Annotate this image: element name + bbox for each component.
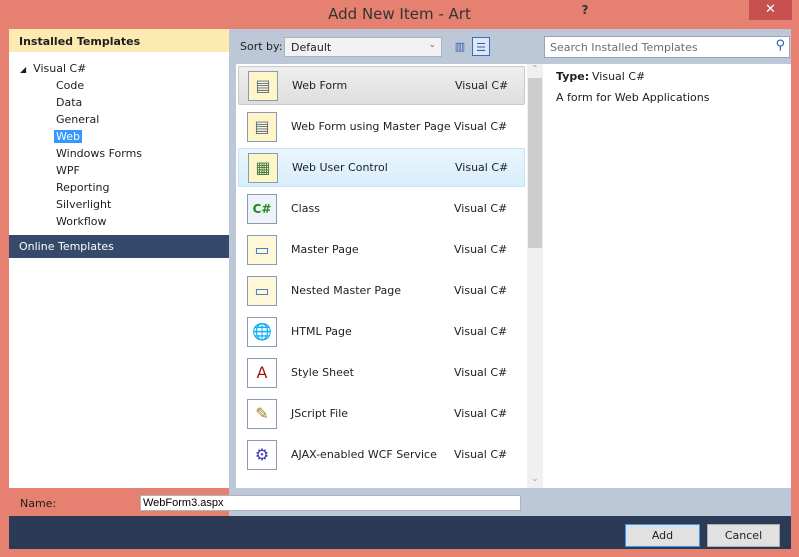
help-button[interactable]: ? bbox=[575, 3, 595, 19]
tree-item-label: WPF bbox=[56, 164, 80, 177]
tree-item-data[interactable]: Data bbox=[56, 94, 142, 111]
template-name: Class bbox=[291, 202, 320, 215]
tree-item-label: Reporting bbox=[56, 181, 110, 194]
tree-item-label: Data bbox=[56, 96, 83, 109]
tree-item-silverlight[interactable]: Silverlight bbox=[56, 196, 142, 213]
csharp-class-icon: C# bbox=[247, 193, 277, 224]
template-language: Visual C# bbox=[454, 448, 508, 461]
master-page-icon: ▭ bbox=[247, 275, 277, 306]
template-language: Visual C# bbox=[455, 161, 509, 174]
template-name: Web User Control bbox=[292, 161, 388, 174]
template-language: Visual C# bbox=[454, 243, 508, 256]
master-page-icon: ▭ bbox=[247, 234, 277, 265]
template-language: Visual C# bbox=[455, 79, 509, 92]
name-label: Name: bbox=[20, 497, 57, 510]
template-language: Visual C# bbox=[454, 202, 508, 215]
dialog-title: Add New Item - Art bbox=[328, 5, 471, 23]
wcf-service-icon: ⚙ bbox=[247, 439, 277, 470]
tree-item-wpf[interactable]: WPF bbox=[56, 162, 142, 179]
chevron-down-icon: ⌄ bbox=[428, 40, 436, 50]
html-page-icon: 🌐 bbox=[247, 316, 277, 347]
search-icon[interactable]: ⚲ bbox=[775, 38, 785, 53]
sort-value: Default bbox=[291, 41, 332, 54]
web-form-icon: ▤ bbox=[248, 70, 278, 101]
tree-children: Code Data General Web Windows Forms WPF Report… bbox=[54, 77, 142, 230]
template-name: Web Form bbox=[292, 79, 348, 92]
tree-item-label: Web bbox=[54, 130, 82, 143]
template-item[interactable]: ▦ Web User Control Visual C# bbox=[238, 148, 525, 187]
web-form-icon: ▤ bbox=[247, 111, 277, 142]
template-item[interactable]: ▤ Web Form using Master Page Visual C# bbox=[238, 107, 525, 146]
installed-templates-header[interactable]: Installed Templates bbox=[9, 29, 229, 52]
tree-root-label: Visual C# bbox=[33, 62, 87, 75]
cancel-button[interactable]: Cancel bbox=[707, 524, 780, 547]
template-item[interactable]: ✎ JScript File Visual C# bbox=[238, 394, 525, 433]
template-item[interactable]: ▤ Web Form Visual C# bbox=[238, 66, 525, 105]
add-button[interactable]: Add bbox=[625, 524, 700, 547]
template-language: Visual C# bbox=[454, 407, 508, 420]
template-language: Visual C# bbox=[454, 366, 508, 379]
template-name: JScript File bbox=[291, 407, 349, 420]
template-item[interactable]: C# Class Visual C# bbox=[238, 189, 525, 228]
close-button[interactable]: ✕ bbox=[749, 0, 792, 20]
online-templates[interactable]: Online Templates bbox=[9, 235, 229, 258]
tree-item-general[interactable]: General bbox=[56, 111, 142, 128]
template-name: Web Form using Master Page bbox=[291, 120, 451, 133]
type-label: Type: bbox=[556, 70, 590, 83]
tree-item-web[interactable]: Web bbox=[54, 128, 142, 145]
template-item[interactable]: ⚙ AJAX-enabled WCF Service Visual C# bbox=[238, 435, 525, 474]
template-item[interactable]: A Style Sheet Visual C# bbox=[238, 353, 525, 392]
sort-dropdown[interactable]: Default ⌄ bbox=[284, 37, 442, 57]
description: A form for Web Applications bbox=[556, 91, 710, 104]
script-icon: ✎ bbox=[247, 398, 277, 429]
tree-root[interactable]: ◢ Visual C# bbox=[20, 60, 86, 78]
tree-item-label: Workflow bbox=[56, 215, 107, 228]
tree-item-workflow[interactable]: Workflow bbox=[56, 213, 142, 230]
tree-item-label: General bbox=[56, 113, 100, 126]
template-item[interactable]: ▭ Master Page Visual C# bbox=[238, 230, 525, 269]
tree-item-code[interactable]: Code bbox=[56, 77, 142, 94]
template-name: HTML Page bbox=[291, 325, 352, 338]
type-value: Visual C# bbox=[592, 70, 646, 83]
name-input[interactable] bbox=[140, 495, 521, 511]
scroll-down-icon[interactable]: ⌄ bbox=[527, 474, 543, 488]
template-language: Visual C# bbox=[454, 120, 508, 133]
template-item[interactable]: ▭ Nested Master Page Visual C# bbox=[238, 271, 525, 310]
template-name: Style Sheet bbox=[291, 366, 354, 379]
style-sheet-icon: A bbox=[247, 357, 277, 388]
search-input[interactable]: Search Installed Templates ⚲ bbox=[544, 36, 790, 58]
user-control-icon: ▦ bbox=[248, 152, 278, 183]
tree-item-windows-forms[interactable]: Windows Forms bbox=[56, 145, 142, 162]
template-name: AJAX-enabled WCF Service bbox=[291, 448, 437, 461]
template-language: Visual C# bbox=[454, 284, 508, 297]
template-name: Master Page bbox=[291, 243, 359, 256]
template-list: ▤ Web Form Visual C# ▤ Web Form using Master… bbox=[236, 64, 527, 488]
details-pane bbox=[543, 64, 791, 488]
template-language: Visual C# bbox=[454, 325, 508, 338]
tree-item-reporting[interactable]: Reporting bbox=[56, 179, 142, 196]
medium-icons-view-icon[interactable]: ▥ bbox=[451, 37, 469, 56]
tree-item-label: Code bbox=[56, 79, 85, 92]
template-name: Nested Master Page bbox=[291, 284, 401, 297]
search-placeholder: Search Installed Templates bbox=[550, 41, 698, 54]
scrollbar-thumb[interactable] bbox=[528, 78, 542, 248]
scroll-up-icon[interactable]: ⌃ bbox=[527, 64, 543, 78]
expand-icon[interactable]: ◢ bbox=[20, 65, 26, 74]
sort-label: Sort by: bbox=[240, 40, 283, 53]
tree-item-label: Silverlight bbox=[56, 198, 112, 211]
tree-item-label: Windows Forms bbox=[56, 147, 143, 160]
template-item[interactable]: 🌐 HTML Page Visual C# bbox=[238, 312, 525, 351]
list-view-icon[interactable]: ☰ bbox=[472, 37, 490, 56]
